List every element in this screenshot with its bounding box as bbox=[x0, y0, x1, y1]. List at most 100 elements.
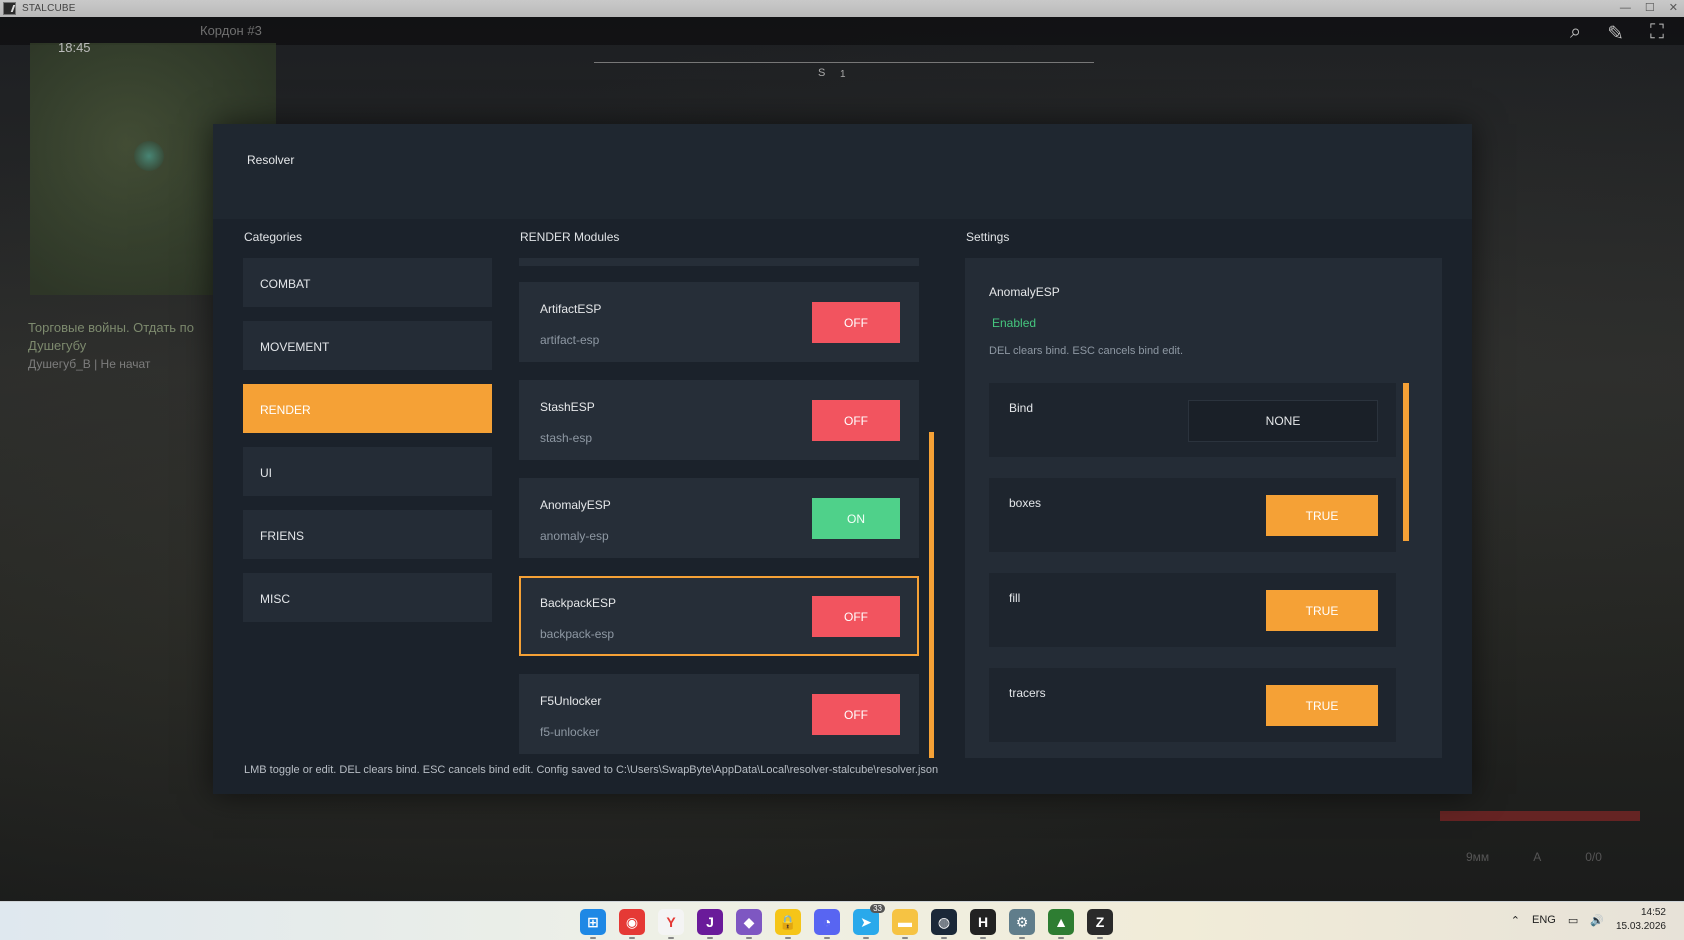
taskbar-apps: ⊞ ◉ Y J ◆ 🔒 ◔ ➤ 33 ▬ ◍ H ⚙ ▲ Z bbox=[580, 904, 1113, 939]
discord-icon[interactable]: ◔ bbox=[814, 909, 840, 939]
ammo-hud: 9мм A 0/0 bbox=[1466, 850, 1602, 864]
category-label: UI bbox=[260, 466, 272, 480]
module-artifact-esp[interactable]: ArtifactESP artifact-esp OFF bbox=[519, 282, 919, 362]
taskbar: ⊞ ◉ Y J ◆ 🔒 ◔ ➤ 33 ▬ ◍ H ⚙ ▲ Z ⌃ ENG ▭ 🔊 14:52 15.03.2… bbox=[0, 901, 1684, 940]
hackmd-icon[interactable]: H bbox=[970, 909, 996, 939]
setting-label: boxes bbox=[1009, 496, 1042, 510]
volume-icon[interactable]: 🔊 bbox=[1590, 914, 1604, 927]
setting-row-bind: Bind NONE bbox=[989, 383, 1396, 457]
setting-row-tracers: tracers TRUE bbox=[989, 668, 1396, 742]
setting-row-boxes: boxes TRUE bbox=[989, 478, 1396, 552]
jetbrains-icon[interactable]: J bbox=[697, 909, 723, 939]
clock-date: 15.03.2026 bbox=[1615, 921, 1666, 932]
category-label: FRIENS bbox=[260, 529, 305, 543]
maximize-icon[interactable]: ☐ bbox=[1645, 0, 1655, 17]
module-toggle-button[interactable]: OFF bbox=[812, 302, 900, 343]
setting-toggle-button[interactable]: TRUE bbox=[1266, 495, 1378, 536]
quest-title-line-1: Торговые войны. Отдать по bbox=[28, 320, 194, 335]
settings-icon[interactable]: ⚙ bbox=[1009, 909, 1035, 939]
module-id: f5-unlocker bbox=[540, 725, 600, 739]
module-backpack-esp[interactable]: BackpackESP backpack-esp OFF bbox=[519, 576, 919, 656]
yandex-browser-icon[interactable]: Y bbox=[658, 909, 684, 939]
zoom-icon[interactable]: ⌕ bbox=[1570, 21, 1581, 46]
settings-status: Enabled bbox=[992, 316, 1037, 330]
stalcube-app-icon bbox=[3, 2, 16, 15]
modules-scrollbar[interactable] bbox=[929, 432, 934, 758]
bind-button[interactable]: NONE bbox=[1188, 400, 1378, 442]
module-toggle-button[interactable]: OFF bbox=[812, 596, 900, 637]
hud-time: 18:45 bbox=[58, 40, 91, 55]
category-label: COMBAT bbox=[260, 277, 311, 291]
file-explorer-icon[interactable]: ▬ bbox=[892, 909, 918, 939]
module-toggle-button[interactable]: OFF bbox=[812, 694, 900, 735]
settings-scrollbar[interactable] bbox=[1403, 383, 1409, 541]
health-bar bbox=[1440, 811, 1640, 821]
minimap-player-marker bbox=[134, 141, 164, 171]
language-indicator[interactable]: ENG bbox=[1532, 914, 1556, 926]
taskbar-clock[interactable]: 14:52 15.03.2026 bbox=[1616, 906, 1666, 934]
close-icon[interactable]: ✕ bbox=[1669, 0, 1678, 17]
setting-row-fill: fill TRUE bbox=[989, 573, 1396, 647]
stalcube-icon[interactable]: Z bbox=[1087, 909, 1113, 939]
module-toggle-button[interactable]: OFF bbox=[812, 400, 900, 441]
map-app-icon[interactable]: ▲ bbox=[1048, 909, 1074, 939]
window-controls: — ☐ ✕ bbox=[1620, 0, 1678, 17]
setting-toggle-button[interactable]: TRUE bbox=[1266, 685, 1378, 726]
module-id: backpack-esp bbox=[540, 627, 615, 641]
module-id: stash-esp bbox=[540, 431, 593, 445]
module-card-partial bbox=[519, 258, 919, 266]
category-combat[interactable]: COMBAT bbox=[243, 258, 492, 307]
modules-heading: RENDER Modules bbox=[520, 230, 620, 244]
category-movement[interactable]: MOVEMENT bbox=[243, 321, 492, 370]
module-name: F5Unlocker bbox=[540, 694, 602, 708]
ammo-fire-mode: A bbox=[1533, 850, 1542, 864]
notification-badge: 33 bbox=[870, 904, 885, 913]
setting-label: fill bbox=[1009, 591, 1021, 605]
visual-studio-icon[interactable]: ◆ bbox=[736, 909, 762, 939]
telegram-icon[interactable]: ➤ 33 bbox=[853, 904, 885, 939]
setting-label: Bind bbox=[1009, 401, 1034, 415]
module-id: artifact-esp bbox=[540, 333, 600, 347]
ammo-count: 0/0 bbox=[1585, 850, 1602, 864]
ammo-mode: 9мм bbox=[1466, 850, 1490, 864]
tray-overflow-icon[interactable]: ⌃ bbox=[1511, 914, 1520, 927]
category-ui[interactable]: UI bbox=[243, 447, 492, 496]
module-name: AnomalyESP bbox=[540, 498, 611, 512]
category-friens[interactable]: FRIENS bbox=[243, 510, 492, 559]
category-render[interactable]: RENDER bbox=[243, 384, 492, 433]
windows-start-icon[interactable]: ⊞ bbox=[580, 909, 606, 939]
chrome-icon[interactable]: ◉ bbox=[619, 909, 645, 939]
system-tray: ⌃ ENG ▭ 🔊 14:52 15.03.2026 bbox=[1511, 906, 1666, 934]
quest-title-line-2: Душегубу bbox=[28, 338, 87, 353]
clock-time: 14:52 bbox=[1640, 907, 1666, 918]
footer-hint: LMB toggle or edit. DEL clears bind. ESC… bbox=[244, 764, 939, 776]
fullscreen-icon[interactable]: ⛶ bbox=[1650, 21, 1664, 46]
minimize-icon[interactable]: — bbox=[1620, 0, 1631, 17]
module-name: StashESP bbox=[540, 400, 595, 414]
settings-panel: AnomalyESP Enabled DEL clears bind. ESC … bbox=[965, 258, 1442, 758]
panel-header[interactable]: Resolver bbox=[213, 124, 1472, 219]
module-name: BackpackESP bbox=[540, 596, 617, 610]
module-toggle-button[interactable]: ON bbox=[812, 498, 900, 539]
keepass-icon[interactable]: 🔒 bbox=[775, 909, 801, 939]
category-label: MOVEMENT bbox=[260, 340, 330, 354]
module-f5-unlocker[interactable]: F5Unlocker f5-unlocker OFF bbox=[519, 674, 919, 754]
quest-tracker: Торговые войны. Отдать по Душегубу Душег… bbox=[28, 319, 194, 373]
category-misc[interactable]: MISC bbox=[243, 573, 492, 622]
categories-heading: Categories bbox=[244, 230, 303, 244]
modules-list: ArtifactESP artifact-esp OFF StashESP st… bbox=[519, 258, 919, 758]
category-label: MISC bbox=[260, 592, 290, 606]
module-id: anomaly-esp bbox=[540, 529, 609, 543]
compass-direction: S bbox=[818, 67, 826, 79]
setting-label: tracers bbox=[1009, 686, 1046, 700]
settings-heading: Settings bbox=[966, 230, 1010, 244]
compass-bar bbox=[594, 62, 1094, 63]
module-name: ArtifactESP bbox=[540, 302, 602, 316]
setting-toggle-button[interactable]: TRUE bbox=[1266, 590, 1378, 631]
network-icon[interactable]: ▭ bbox=[1568, 914, 1578, 927]
steam-icon[interactable]: ◍ bbox=[931, 909, 957, 939]
module-stash-esp[interactable]: StashESP stash-esp OFF bbox=[519, 380, 919, 460]
edit-icon[interactable]: ✎ bbox=[1607, 21, 1624, 46]
module-anomaly-esp[interactable]: AnomalyESP anomaly-esp ON bbox=[519, 478, 919, 558]
overlay-tools: ⌕ ✎ ⛶ bbox=[1570, 21, 1664, 46]
